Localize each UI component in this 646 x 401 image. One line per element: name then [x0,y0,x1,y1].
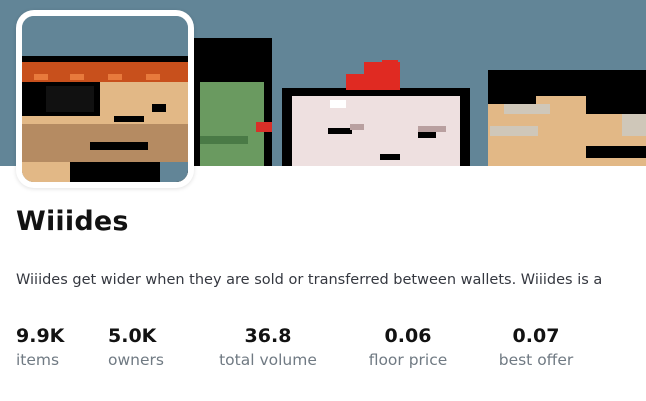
collection-description[interactable]: Wiiides get wider when they are sold or … [16,272,646,288]
stat-label: floor price [368,351,448,369]
collection-stats: 9.9K items 5.0K owners 36.8 total volume… [0,323,646,383]
white-chicken-icon [282,60,470,166]
stat-label: best offer [498,351,574,369]
stat-label: owners [108,351,164,369]
stat-total-volume[interactable]: 36.8 total volume [214,323,322,371]
stat-owners[interactable]: 5.0K owners [108,323,164,371]
stat-value: 0.07 [512,325,560,347]
stat-items[interactable]: 9.9K items [16,323,64,371]
stat-value: 0.06 [384,325,432,347]
green-zombie-icon [192,38,272,166]
stat-label: items [16,351,60,369]
stat-label: total volume [219,351,317,369]
collection-avatar [16,10,194,188]
stat-floor-price[interactable]: 0.06 floor price [360,323,456,371]
stat-value: 36.8 [244,325,292,347]
pirate-wiiide-icon [22,16,188,182]
stat-value: 5.0K [108,325,157,347]
bandana-man-icon [488,70,646,166]
collection-title: Wiiides [16,206,129,237]
stat-value: 9.9K [16,325,65,347]
stat-best-offer[interactable]: 0.07 best offer [492,323,580,371]
